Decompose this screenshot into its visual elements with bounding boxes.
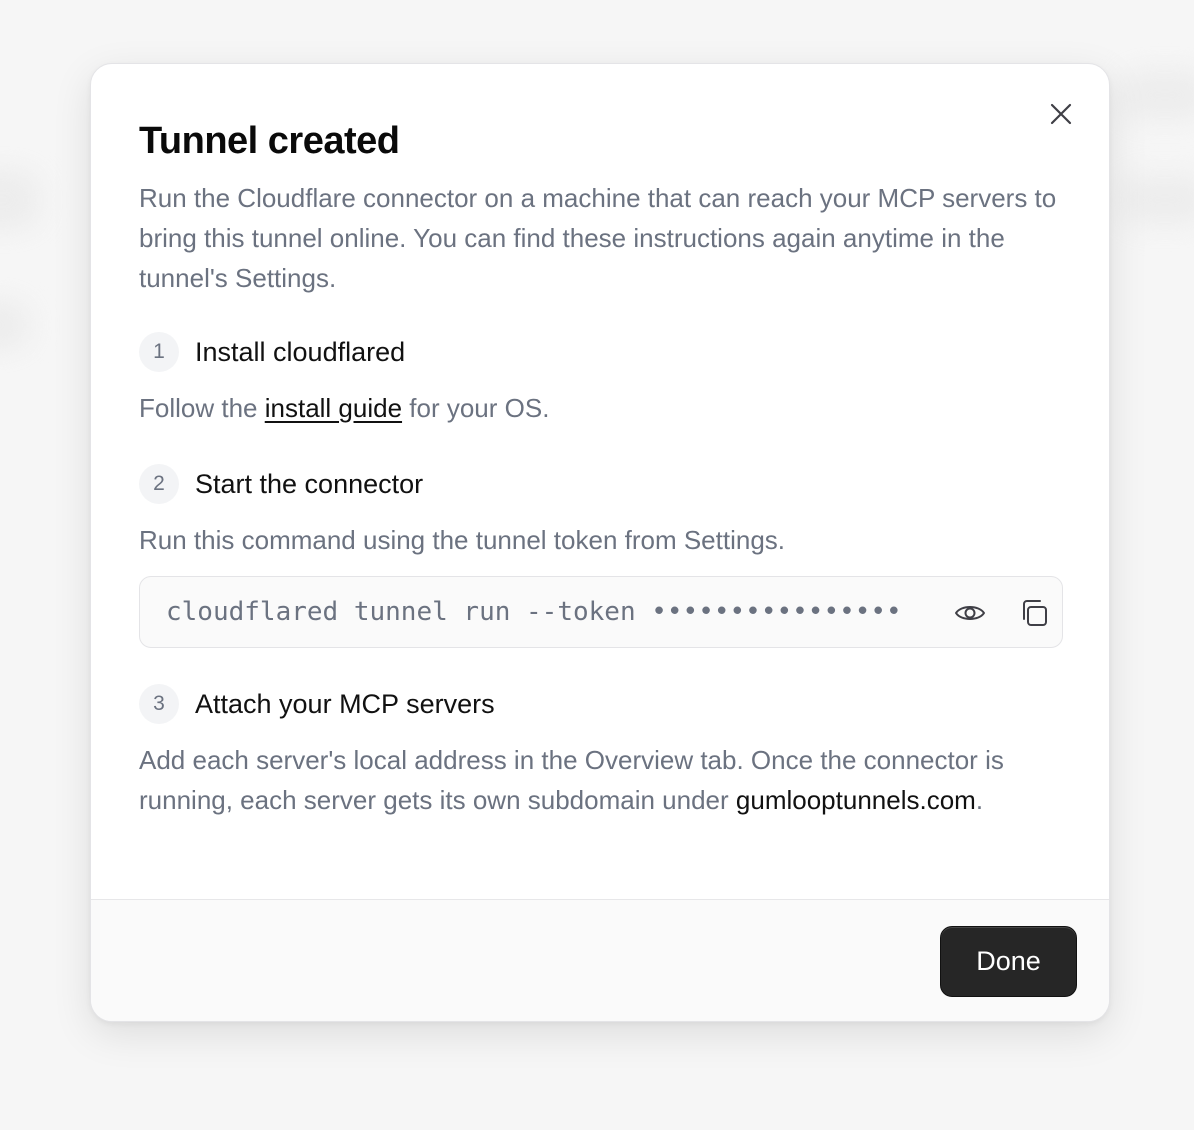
step-1-text: Follow the install guide for your OS. xyxy=(139,388,1063,428)
copy-icon xyxy=(1023,600,1047,626)
reveal-token-button[interactable] xyxy=(952,595,988,631)
step-text-before: Follow the xyxy=(139,393,265,423)
step-number: 2 xyxy=(139,464,179,504)
tunnel-created-dialog: Tunnel created Run the Cloudflare connec… xyxy=(90,63,1110,1022)
step-number: 1 xyxy=(139,332,179,372)
install-guide-link[interactable]: install guide xyxy=(265,393,402,423)
blurred-background-element xyxy=(1120,175,1194,225)
step-2-header: 2 Start the connector xyxy=(139,464,1063,504)
step-1-header: 1 Install cloudflared xyxy=(139,332,1063,372)
done-button[interactable]: Done xyxy=(940,926,1077,997)
step-number: 3 xyxy=(139,684,179,724)
step-3-header: 3 Attach your MCP servers xyxy=(139,684,1063,724)
eye-icon xyxy=(955,606,985,620)
command-box: cloudflared tunnel run --token •••••••••… xyxy=(139,576,1063,648)
blurred-background-element xyxy=(0,170,40,230)
blurred-background-element xyxy=(0,300,30,350)
step-3-text: Add each server's local address in the O… xyxy=(139,740,1063,820)
tunnel-domain: gumlooptunnels.com xyxy=(735,785,976,815)
dialog-description: Run the Cloudflare connector on a machin… xyxy=(139,183,1057,293)
step-title: Start the connector xyxy=(195,468,424,499)
step-2-text: Run this command using the tunnel token … xyxy=(139,525,786,555)
dialog-content: Tunnel created Run the Cloudflare connec… xyxy=(139,118,1063,820)
step-title: Attach your MCP servers xyxy=(195,688,495,719)
copy-command-button[interactable] xyxy=(1016,595,1052,631)
dialog-footer: Done xyxy=(91,899,1109,1021)
step-text-after: for your OS. xyxy=(402,393,550,423)
blurred-background-element xyxy=(1120,70,1194,120)
dialog-title: Tunnel created xyxy=(139,120,400,162)
step-text-after: . xyxy=(975,785,984,815)
step-title: Install cloudflared xyxy=(195,336,406,367)
command-text: cloudflared tunnel run --token •••••••••… xyxy=(166,597,902,627)
